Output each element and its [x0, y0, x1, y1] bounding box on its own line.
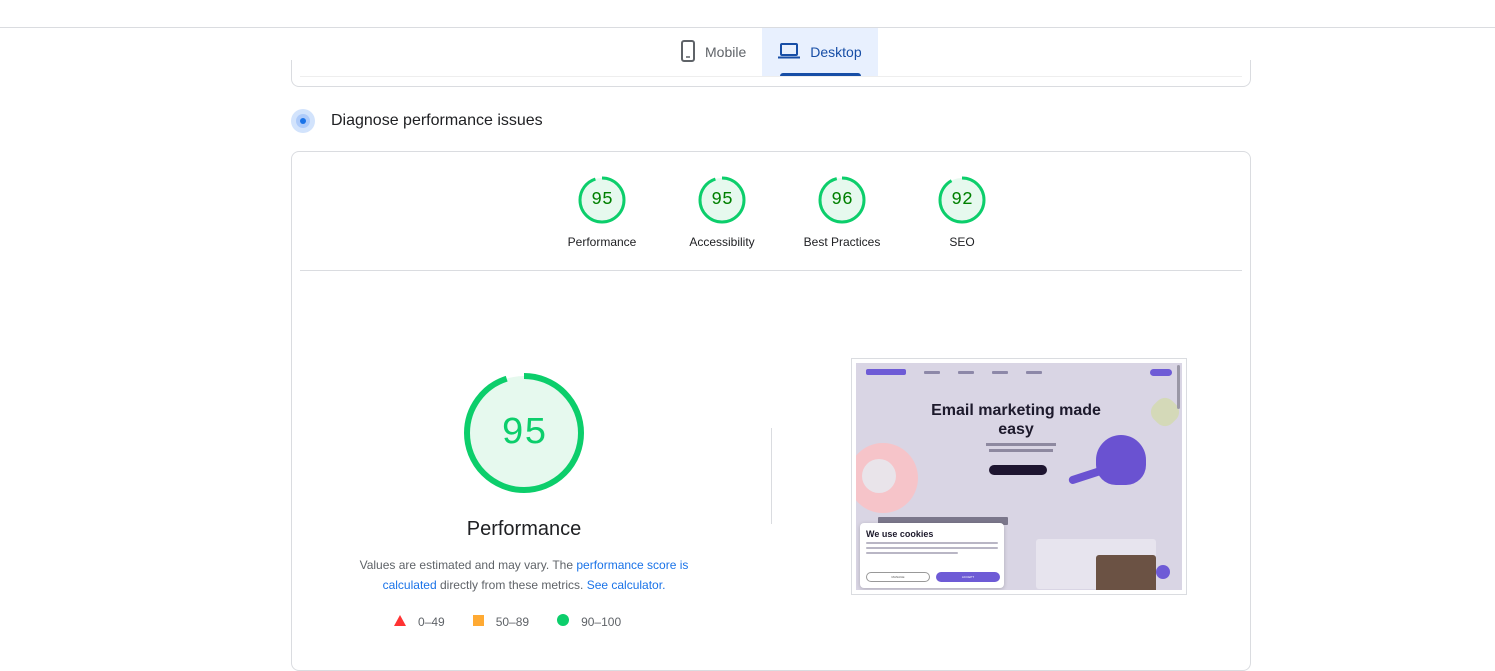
tab-desktop-label: Desktop — [810, 44, 862, 60]
gauge-score: 95 — [591, 190, 613, 210]
tab-mobile-label: Mobile — [705, 44, 747, 60]
diagnose-header: Diagnose performance issues — [291, 109, 543, 133]
triangle-icon — [394, 614, 406, 629]
gauge-performance[interactable]: 95 Performance — [542, 176, 662, 249]
performance-description: Values are estimated and may vary. The p… — [359, 558, 689, 592]
performance-score: 95 — [501, 411, 547, 455]
performance-big-gauge: 95 — [463, 372, 585, 494]
score-legend: 0–49 50–89 90–100 — [394, 614, 621, 629]
cookie-manage: MANAGE — [866, 572, 930, 582]
category-gauges: 95 Performance 95 Accessibility 96 Best … — [542, 176, 1022, 249]
screenshot-headline: Email marketing made easy — [931, 402, 1101, 438]
gauge-seo[interactable]: 92 SEO — [902, 176, 1022, 249]
page-screenshot[interactable]: Email marketing made easy We use cookies… — [851, 358, 1187, 595]
section-title: Diagnose performance issues — [331, 112, 543, 129]
diagnose-icon — [291, 109, 315, 133]
square-icon — [472, 614, 484, 629]
gauge-best-practices[interactable]: 96 Best Practices — [782, 176, 902, 249]
gauge-accessibility[interactable]: 95 Accessibility — [662, 176, 782, 249]
gauge-label: Best Practices — [803, 235, 881, 249]
vertical-divider — [771, 428, 772, 524]
divider — [300, 270, 1242, 271]
report-card: 95 Performance 95 Accessibility 96 Best … — [291, 151, 1251, 671]
gauge-score: 95 — [711, 190, 733, 210]
legend-fail: 0–49 — [394, 614, 445, 629]
laptop-icon — [778, 42, 801, 62]
gauge-label: Accessibility — [689, 235, 755, 249]
cookie-title: We use cookies — [866, 529, 934, 539]
screenshot-image: Email marketing made easy We use cookies… — [856, 363, 1182, 590]
previous-card-edge — [291, 60, 1251, 87]
gauge-label: SEO — [949, 235, 975, 249]
performance-title: Performance — [466, 518, 582, 540]
legend-pass: 90–100 — [557, 614, 621, 629]
cookie-accept: ACCEPT — [936, 572, 1000, 582]
gauge-score: 92 — [951, 190, 973, 210]
legend-average: 50–89 — [472, 614, 529, 629]
gauge-score: 96 — [831, 190, 853, 210]
calculator-link[interactable]: See calculator. — [587, 578, 666, 592]
cookie-banner: We use cookies MANAGE ACCEPT — [860, 523, 1004, 588]
circle-icon — [557, 614, 570, 629]
gauge-label: Performance — [567, 235, 637, 249]
top-bar — [0, 0, 1495, 28]
